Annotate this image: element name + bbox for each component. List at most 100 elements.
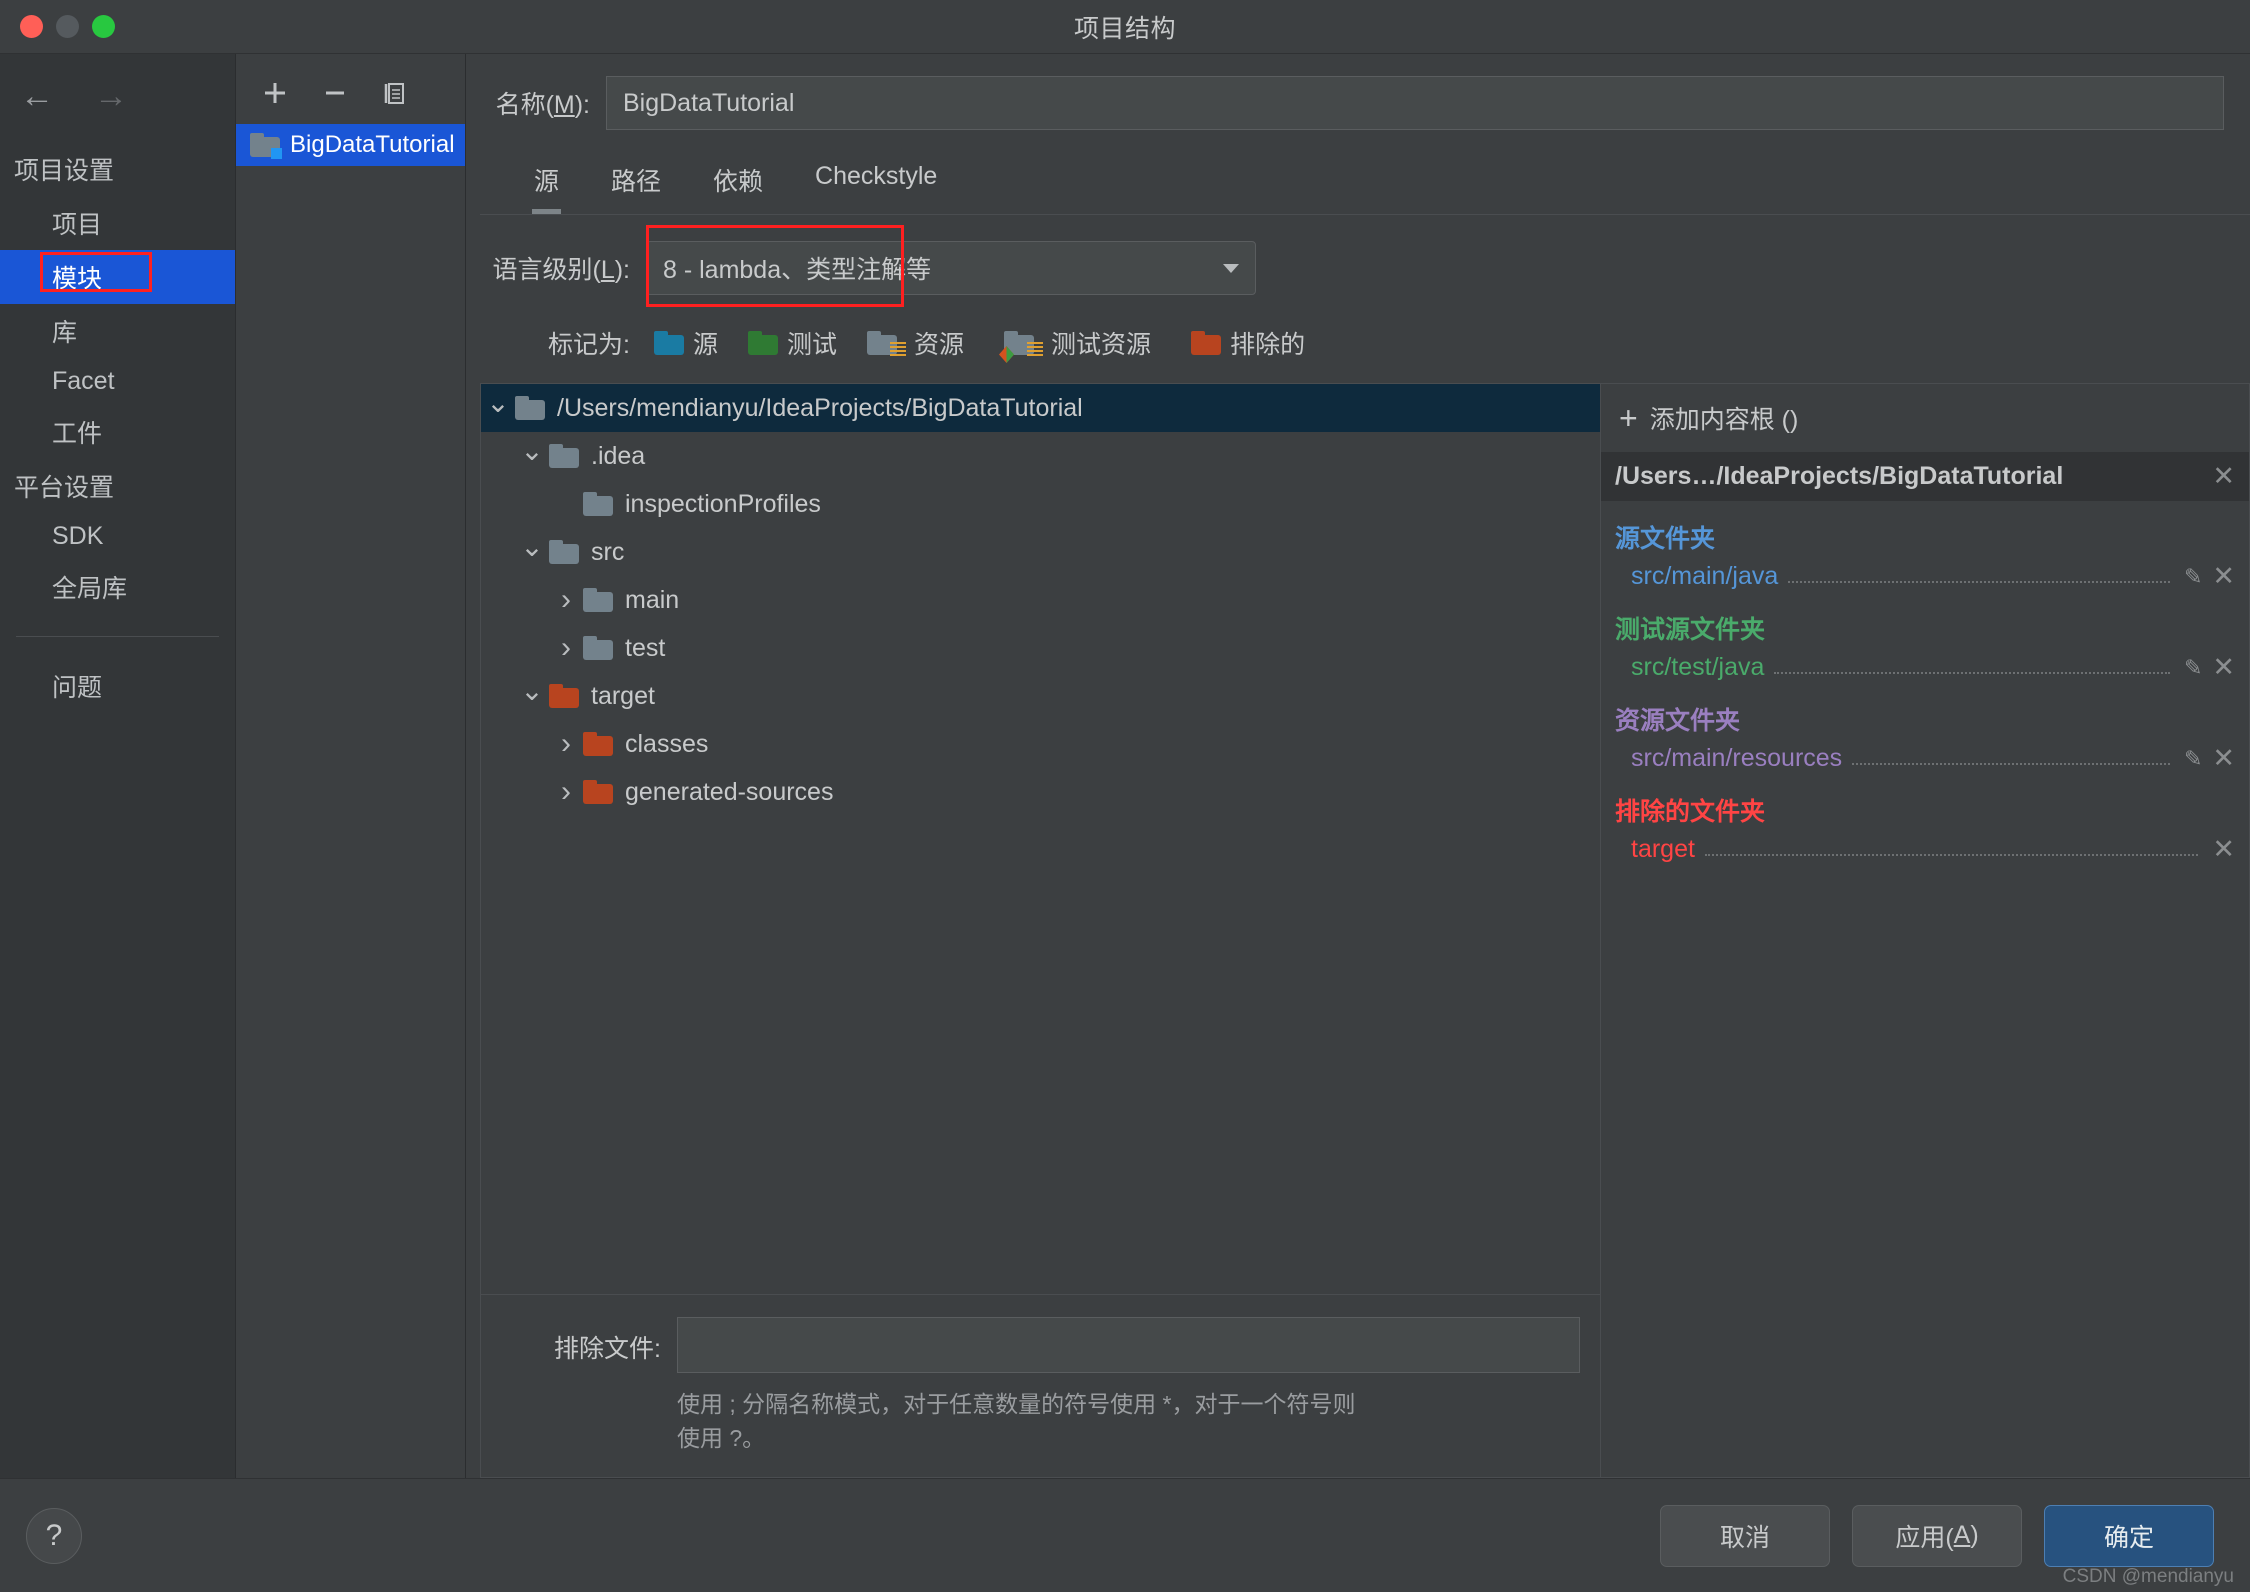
content-root-header[interactable]: /Users…/IdeaProjects/BigDataTutorial ✕ bbox=[1601, 452, 2249, 501]
resource-folder-entry[interactable]: src/main/resources ✎ ✕ bbox=[1615, 743, 2235, 774]
chevron-down-icon[interactable] bbox=[515, 440, 549, 473]
tree-row-label: inspectionProfiles bbox=[625, 489, 821, 518]
exclude-files-label: 排除文件: bbox=[554, 1335, 661, 1363]
sidebar-group-project-settings: 项目设置 bbox=[14, 157, 115, 185]
dialog-footer: ? 取消 应用(A) 确定 CSDN @mendianyu bbox=[0, 1478, 2250, 1592]
pencil-icon[interactable]: ✎ bbox=[2184, 746, 2202, 772]
close-icon[interactable]: ✕ bbox=[2212, 461, 2235, 492]
sidebar-item-artifacts[interactable]: 工件 bbox=[0, 405, 235, 459]
tree-row[interactable]: src bbox=[481, 528, 1600, 576]
language-level-value: 8 - lambda、类型注解等 bbox=[663, 256, 932, 284]
apply-button[interactable]: 应用(A) bbox=[1852, 1504, 2022, 1567]
question-mark-icon[interactable]: ? bbox=[26, 1507, 82, 1564]
pencil-icon[interactable]: ✎ bbox=[2184, 655, 2202, 681]
chevron-down-icon[interactable] bbox=[515, 536, 549, 569]
plus-icon: + bbox=[1619, 400, 1638, 436]
tree-row-label: main bbox=[625, 585, 680, 614]
mark-as-tests[interactable]: 测试 bbox=[748, 325, 837, 361]
content-root-path: /Users…/IdeaProjects/BigDataTutorial bbox=[1615, 462, 2064, 490]
tab-dependencies[interactable]: 依赖 bbox=[687, 162, 789, 214]
nav-arrows: ← → bbox=[0, 54, 235, 116]
modules-panel: BigDataTutorial bbox=[236, 54, 466, 1478]
module-list-item-bigdatatutorial[interactable]: BigDataTutorial bbox=[236, 124, 465, 166]
window-title: 项目结构 bbox=[1073, 14, 1176, 43]
sidebar-item-sdks[interactable]: SDK bbox=[0, 513, 235, 560]
module-name-input[interactable]: BigDataTutorial bbox=[606, 76, 2224, 130]
content-tree-pane: /Users/mendianyu/IdeaProjects/BigDataTut… bbox=[480, 383, 1600, 1478]
mark-as-sources[interactable]: 源 bbox=[654, 325, 718, 361]
sidebar-item-modules[interactable]: 模块 bbox=[0, 250, 235, 304]
folder-icon bbox=[549, 444, 579, 468]
language-level-select[interactable]: 8 - lambda、类型注解等 bbox=[646, 241, 1256, 295]
sidebar-item-facets[interactable]: Facet bbox=[0, 358, 235, 405]
chevron-right-icon[interactable] bbox=[549, 631, 583, 665]
sources-split: /Users/mendianyu/IdeaProjects/BigDataTut… bbox=[480, 361, 2250, 1478]
close-icon[interactable]: ✕ bbox=[2212, 561, 2235, 592]
chevron-right-icon[interactable] bbox=[549, 775, 583, 809]
exclude-files-section: 排除文件: 使用 ; 分隔名称模式，对于任意数量的符号使用 *，对于一个符号则使… bbox=[481, 1294, 1600, 1477]
tab-sources[interactable]: 源 bbox=[508, 162, 585, 214]
module-name-row: 名称(M): BigDataTutorial bbox=[480, 54, 2250, 130]
module-folder-icon bbox=[250, 133, 282, 159]
tab-checkstyle[interactable]: Checkstyle bbox=[789, 162, 963, 214]
arrow-left-icon[interactable]: ← bbox=[20, 78, 58, 116]
chevron-down-icon[interactable] bbox=[515, 680, 549, 713]
pencil-icon[interactable]: ✎ bbox=[2184, 564, 2202, 590]
test-source-folders-section: 测试源文件夹 src/test/java ✎ ✕ bbox=[1601, 592, 2249, 683]
folder-icon bbox=[549, 684, 579, 708]
tree-row[interactable]: classes bbox=[481, 720, 1600, 768]
source-folder-entry[interactable]: src/main/java ✎ ✕ bbox=[1615, 561, 2235, 592]
sidebar-item-global-libraries[interactable]: 全局库 bbox=[0, 560, 235, 614]
tree-row[interactable]: /Users/mendianyu/IdeaProjects/BigDataTut… bbox=[481, 384, 1600, 432]
tree-row[interactable]: target bbox=[481, 672, 1600, 720]
dotted-filler bbox=[1852, 745, 2170, 765]
tree-row-label: generated-sources bbox=[625, 777, 834, 806]
exclude-files-input[interactable] bbox=[677, 1317, 1580, 1373]
resource-folder-path: src/main/resources bbox=[1631, 744, 1843, 772]
language-level-label: 语言级别(L): bbox=[492, 256, 630, 284]
sidebar-item-project[interactable]: 项目 bbox=[0, 196, 235, 250]
folder-icon bbox=[583, 492, 613, 516]
add-module-icon[interactable] bbox=[258, 76, 292, 110]
tree-row[interactable]: inspectionProfiles bbox=[481, 480, 1600, 528]
cancel-button[interactable]: 取消 bbox=[1660, 1504, 1830, 1567]
tree-row-label: test bbox=[625, 633, 666, 662]
tree-row[interactable]: test bbox=[481, 624, 1600, 672]
close-icon[interactable]: ✕ bbox=[2212, 834, 2235, 865]
chevron-right-icon[interactable] bbox=[549, 727, 583, 761]
modules-toolbar bbox=[236, 54, 465, 124]
sidebar-item-libraries[interactable]: 库 bbox=[0, 304, 235, 358]
tests-folder-icon bbox=[748, 331, 779, 355]
mark-as-test-resources[interactable]: 测试资源 bbox=[999, 325, 1152, 363]
mark-as-label: 标记为: bbox=[548, 331, 630, 359]
tree-row[interactable]: .idea bbox=[481, 432, 1600, 480]
ok-button[interactable]: 确定 bbox=[2044, 1504, 2214, 1567]
close-icon[interactable]: ✕ bbox=[2212, 743, 2235, 774]
excluded-folder-entry[interactable]: target ✕ bbox=[1615, 834, 2235, 865]
arrow-right-icon[interactable]: → bbox=[94, 78, 132, 116]
mark-as-resources[interactable]: 资源 bbox=[867, 325, 964, 361]
exclude-files-row: 排除文件: 使用 ; 分隔名称模式，对于任意数量的符号使用 *，对于一个符号则使… bbox=[481, 1317, 1580, 1455]
tab-paths[interactable]: 路径 bbox=[585, 162, 687, 214]
sidebar-item-problems[interactable]: 问题 bbox=[0, 659, 235, 713]
test-source-folder-entry[interactable]: src/test/java ✎ ✕ bbox=[1615, 652, 2235, 683]
tree-row[interactable]: main bbox=[481, 576, 1600, 624]
dotted-filler bbox=[1788, 563, 2170, 583]
language-level-row: 语言级别(L): 8 - lambda、类型注解等 bbox=[480, 215, 2250, 307]
mark-as-test-resources-label: 测试资源 bbox=[1051, 331, 1152, 359]
remove-module-icon[interactable] bbox=[318, 76, 352, 110]
chevron-down-icon[interactable] bbox=[481, 392, 515, 425]
mark-as-tests-label: 测试 bbox=[787, 331, 838, 359]
tree-row[interactable]: generated-sources bbox=[481, 768, 1600, 816]
add-content-root-button[interactable]: + 添加内容根 () bbox=[1601, 384, 2249, 452]
sidebar-divider bbox=[16, 636, 219, 637]
chevron-right-icon[interactable] bbox=[549, 583, 583, 617]
mark-as-row: 标记为: 源 测试 资源 测试资源 排除的 bbox=[480, 295, 2250, 363]
copy-module-icon[interactable] bbox=[378, 76, 412, 110]
mark-as-sources-label: 源 bbox=[693, 331, 719, 359]
footer-buttons: 取消 应用(A) 确定 bbox=[1660, 1504, 2214, 1567]
source-folder-path: src/main/java bbox=[1631, 562, 1779, 590]
mark-as-excluded[interactable]: 排除的 bbox=[1191, 325, 1305, 361]
exclude-files-hint: 使用 ; 分隔名称模式，对于任意数量的符号使用 *，对于一个符号则使用 ?。 bbox=[677, 1391, 1356, 1451]
close-icon[interactable]: ✕ bbox=[2212, 652, 2235, 683]
